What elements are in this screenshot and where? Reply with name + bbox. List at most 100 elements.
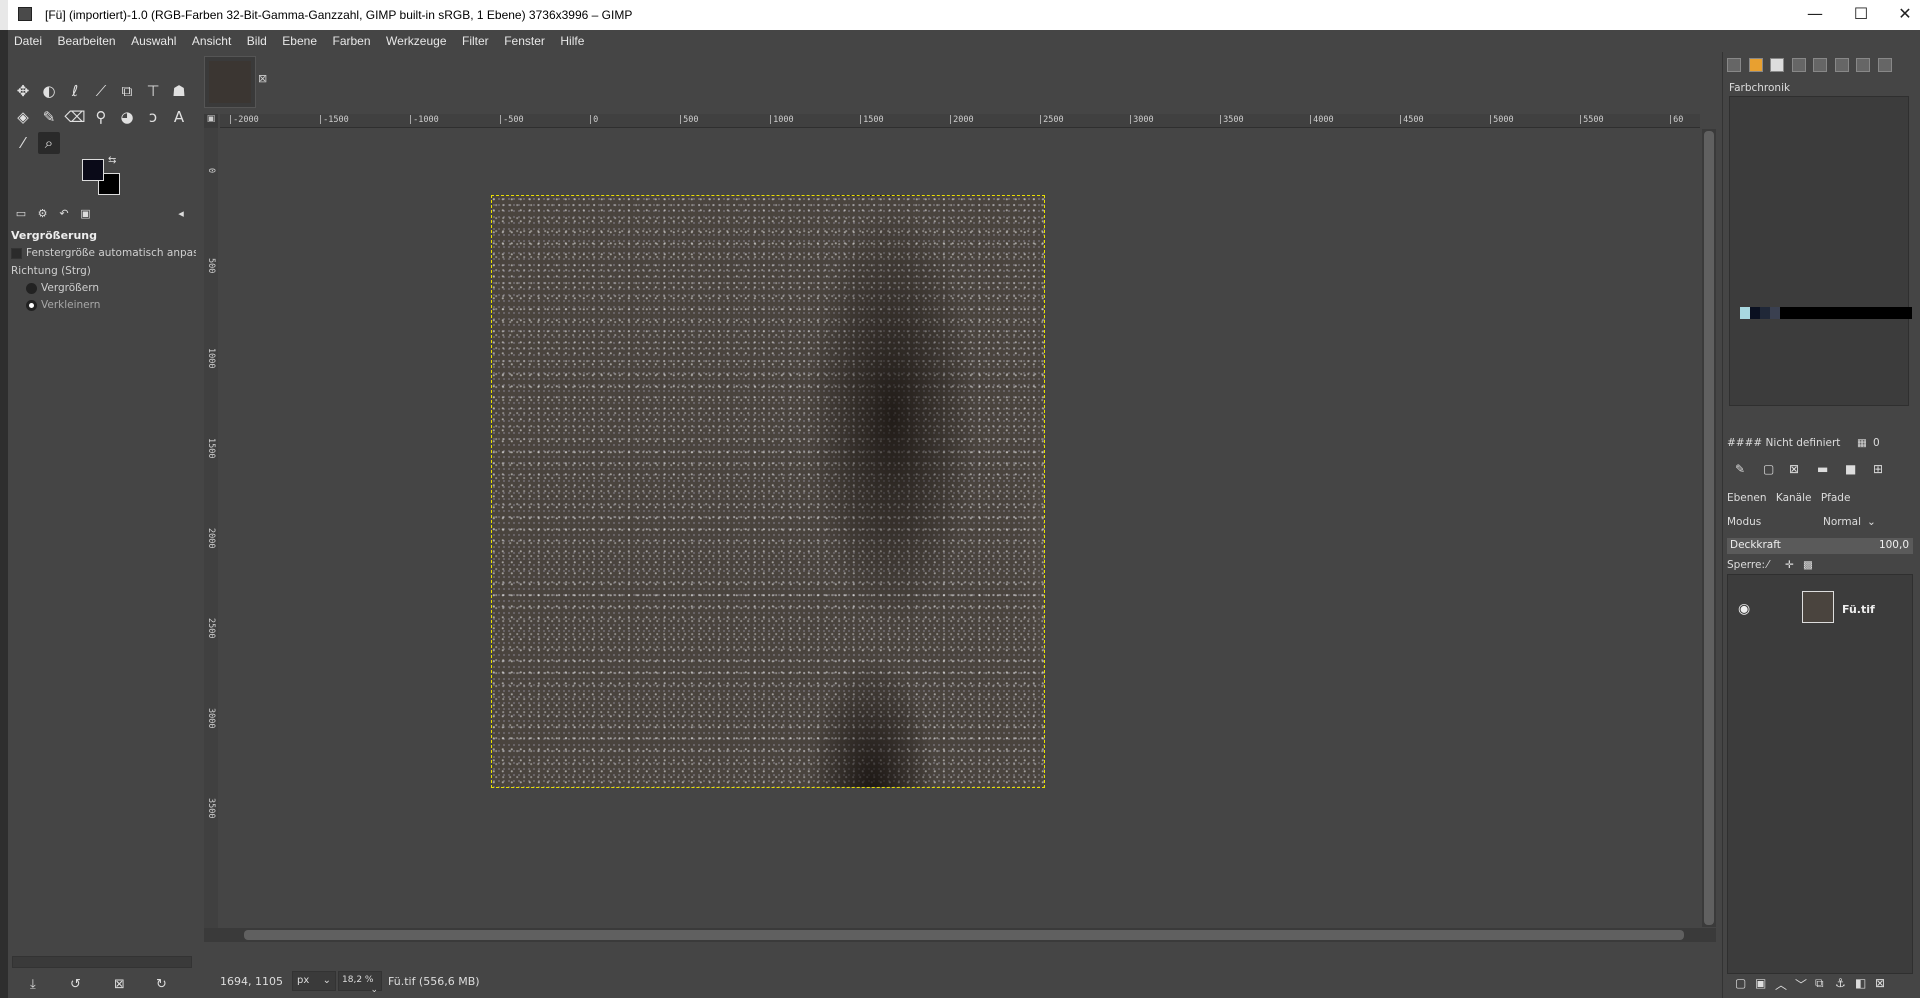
reset-options-icon[interactable]: ↻ xyxy=(156,977,167,992)
smudge-tool-icon[interactable]: ◕ xyxy=(116,106,138,128)
toolbox-scrollbar[interactable] xyxy=(12,956,192,968)
bucket-fill-tool-icon[interactable]: ◈ xyxy=(12,106,34,128)
colour-history-swatch[interactable] xyxy=(1780,307,1790,319)
brushes-tab-icon[interactable] xyxy=(1748,58,1763,72)
lock-pixels-icon[interactable]: ⁄ xyxy=(1767,559,1769,571)
opacity-slider[interactable]: Deckkraft 100,0 xyxy=(1727,538,1913,554)
transform-tool-icon[interactable]: ⊤ xyxy=(142,80,164,102)
new-icon[interactable]: ▢ xyxy=(1763,462,1774,476)
quick-mask-corner[interactable]: ▣ xyxy=(204,114,218,128)
gradients-tab-icon[interactable] xyxy=(1834,58,1849,72)
lower-layer-icon[interactable]: ﹀ xyxy=(1795,976,1807,993)
patterns-tab-icon[interactable] xyxy=(1791,58,1806,72)
vertical-scrollbar-thumb[interactable] xyxy=(1704,131,1714,925)
colour-history-swatch[interactable] xyxy=(1790,307,1800,319)
mask-layer-icon[interactable]: ◧ xyxy=(1855,976,1866,990)
new-group-icon[interactable]: ▣ xyxy=(1755,976,1766,990)
eraser-tool-icon[interactable]: ⌫ xyxy=(64,106,86,128)
warp-tool-icon[interactable]: ☗ xyxy=(168,80,190,102)
grid-view-icon[interactable]: ⊞ xyxy=(1873,462,1883,476)
image-tab[interactable] xyxy=(204,56,256,108)
canvas-viewport[interactable] xyxy=(218,129,1698,927)
zoom-in-radio[interactable] xyxy=(26,282,37,294)
delete-layer-icon[interactable]: ⊠ xyxy=(1875,976,1885,990)
tab-kanaele[interactable]: Kanäle xyxy=(1776,492,1812,504)
menu-fenster[interactable]: Fenster xyxy=(498,30,551,48)
zoom-tool-icon[interactable]: ⌕ xyxy=(38,132,60,154)
paths-tool-icon[interactable]: ↄ xyxy=(142,106,164,128)
fg-bg-tab-icon[interactable] xyxy=(1727,58,1741,72)
horizontal-ruler[interactable]: |-2000 |-1500 |-1000 |-500 |0 |500 |1000 |1500 |… xyxy=(220,114,1700,128)
tool-presets-tab-icon[interactable] xyxy=(1877,58,1892,72)
image-canvas[interactable] xyxy=(491,195,1045,788)
brush-tab-icon[interactable] xyxy=(1856,58,1870,72)
minus-icon[interactable]: ▬ xyxy=(1817,462,1828,476)
auto-resize-checkbox[interactable] xyxy=(11,247,22,259)
zoom-in-option[interactable]: Vergrößern xyxy=(26,282,99,294)
anchor-layer-icon[interactable]: ⚓ xyxy=(1835,976,1846,990)
menu-farben[interactable]: Farben xyxy=(327,30,377,48)
menu-bild[interactable]: Bild xyxy=(241,30,273,48)
restore-options-icon[interactable]: ↺ xyxy=(70,977,81,992)
save-options-icon[interactable]: ⤓ xyxy=(30,977,36,992)
menu-datei[interactable]: Datei xyxy=(8,30,48,48)
auto-resize-option[interactable]: Fenstergröße automatisch anpass xyxy=(11,247,204,259)
duplicate-layer-icon[interactable]: ⧉ xyxy=(1815,976,1824,991)
horizontal-scrollbar-thumb[interactable] xyxy=(244,930,1684,940)
tool-options-tab-icon[interactable]: ▭ xyxy=(12,207,30,220)
colour-history-swatch[interactable] xyxy=(1740,307,1750,319)
crop-tool-icon[interactable]: ⧉ xyxy=(116,80,138,102)
close-button[interactable]: ✕ xyxy=(1882,0,1920,30)
undo-history-tab-icon[interactable]: ↶ xyxy=(55,207,73,220)
delete-icon[interactable]: ⊠ xyxy=(1789,462,1799,476)
move-tool-icon[interactable]: ✥ xyxy=(12,80,34,102)
colour-history-swatch[interactable] xyxy=(1770,307,1780,319)
swap-colors-icon[interactable]: ⇆ xyxy=(108,155,116,166)
menu-bearbeiten[interactable]: Bearbeiten xyxy=(52,30,122,48)
text-tool-icon[interactable]: A xyxy=(168,106,190,128)
zoom-out-option[interactable]: Verkleinern xyxy=(26,299,100,311)
menu-hilfe[interactable]: Hilfe xyxy=(554,30,590,48)
lock-alpha-icon[interactable]: ▩ xyxy=(1803,559,1813,571)
lasso-tool-icon[interactable]: ℓ xyxy=(64,80,86,102)
color-picker-tool-icon[interactable]: ⁄ xyxy=(12,132,34,154)
tab-ebenen[interactable]: Ebenen xyxy=(1727,492,1767,504)
stop-icon[interactable]: ■ xyxy=(1845,462,1856,476)
free-select-tool-icon[interactable]: ◐ xyxy=(38,80,60,102)
zoom-select[interactable]: 18,2 % ⌄ xyxy=(338,971,382,995)
images-tab-icon[interactable]: ▣ xyxy=(77,207,95,220)
vertical-ruler[interactable]: 0 500 1000 1500 2000 2500 3000 3500 xyxy=(204,128,218,928)
palettes-tab-icon[interactable] xyxy=(1813,58,1827,72)
colour-history-swatch[interactable] xyxy=(1750,307,1760,319)
device-status-tab-icon[interactable]: ⚙ xyxy=(34,207,52,220)
colour-history-swatch[interactable] xyxy=(1760,307,1770,319)
raise-layer-icon[interactable]: ︿ xyxy=(1775,976,1787,993)
tab-pfade[interactable]: Pfade xyxy=(1821,492,1851,504)
fg-bg-colors[interactable]: ⇆ xyxy=(82,155,132,203)
lock-position-icon[interactable]: ✛ xyxy=(1785,559,1794,571)
configure-tab-icon[interactable]: ◂ xyxy=(172,207,190,220)
maximize-button[interactable]: ☐ xyxy=(1838,0,1884,30)
foreground-color-swatch[interactable] xyxy=(82,159,104,181)
delete-options-icon[interactable]: ⊠ xyxy=(114,977,125,992)
menu-ansicht[interactable]: Ansicht xyxy=(186,30,237,48)
menu-filter[interactable]: Filter xyxy=(456,30,495,48)
fuzzy-select-tool-icon[interactable]: ⟋ xyxy=(90,80,112,102)
layer-row[interactable]: ◉ Fü.tif xyxy=(1728,585,1914,625)
menu-auswahl[interactable]: Auswahl xyxy=(125,30,182,48)
zoom-out-radio[interactable] xyxy=(26,299,37,311)
menu-ebene[interactable]: Ebene xyxy=(276,30,323,48)
colour-history-swatch[interactable] xyxy=(1800,307,1810,319)
eye-icon[interactable]: ◉ xyxy=(1738,601,1750,617)
minimize-button[interactable]: — xyxy=(1792,0,1838,30)
fonts-tab-icon[interactable] xyxy=(1770,58,1784,72)
new-layer-icon[interactable]: ▢ xyxy=(1735,976,1746,990)
menu-werkzeuge[interactable]: Werkzeuge xyxy=(380,30,452,48)
clone-tool-icon[interactable]: ⚲ xyxy=(90,106,112,128)
close-image-tab-icon[interactable]: ⊠ xyxy=(258,72,267,85)
horizontal-scrollbar[interactable] xyxy=(204,928,1716,942)
edit-icon[interactable]: ✎ xyxy=(1735,462,1745,476)
unit-select[interactable]: px ⌄ xyxy=(292,971,336,991)
vertical-scrollbar[interactable] xyxy=(1702,129,1716,927)
mode-select[interactable]: Normal xyxy=(1823,516,1861,528)
